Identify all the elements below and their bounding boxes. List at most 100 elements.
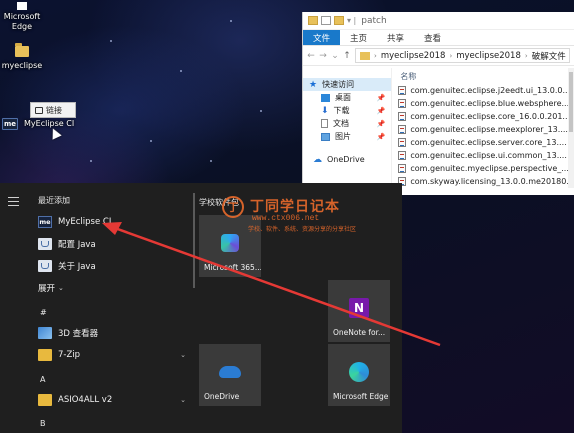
- tile-onenote[interactable]: N OneNote for...: [328, 280, 390, 342]
- onenote-icon: N: [349, 297, 369, 318]
- desktop-icon-myeclipse-ci[interactable]: me MyEclipse CI: [2, 118, 82, 130]
- explorer-titlebar: ▾ | patch: [303, 12, 574, 30]
- folder-icon: [38, 349, 52, 361]
- nav-item-pictures[interactable]: 图片 📌: [303, 130, 391, 143]
- jar-file-icon: [398, 99, 407, 108]
- app-item-about-java[interactable]: 关于 Java: [30, 255, 190, 277]
- app-item-asio4all[interactable]: ASIO4ALL v2 ⌄: [30, 389, 190, 411]
- explorer-scrollbar[interactable]: [568, 68, 574, 188]
- app-item-configure-java[interactable]: 配置 Java: [30, 233, 190, 255]
- nav-item-documents[interactable]: 文档 📌: [303, 117, 391, 130]
- watermark-logo-icon: 丁: [222, 196, 244, 218]
- tab-view[interactable]: 查看: [414, 30, 451, 45]
- chevron-right-icon: ›: [524, 51, 528, 60]
- up-arrow-icon[interactable]: ↑: [343, 51, 351, 61]
- desktop-icon-label: Microsoft Edge: [3, 12, 41, 31]
- tile-label: OneNote for...: [333, 328, 386, 337]
- app-item-label: MyEclipse CI: [58, 217, 112, 227]
- link-tooltip: 链接: [30, 102, 76, 118]
- breadcrumb-segment[interactable]: myeclipse2018: [456, 51, 521, 61]
- chevron-down-icon: ⌄: [180, 396, 186, 404]
- file-list: 名称 com.genuitec.eclipse.j2eedt.ui_13.0.0…: [392, 68, 574, 195]
- file-row[interactable]: com.genuitec.eclipse.meexplorer_13....: [398, 123, 574, 136]
- breadcrumb-segment[interactable]: 破解文件: [532, 50, 566, 62]
- java-icon: [38, 260, 52, 272]
- tab-share[interactable]: 共享: [377, 30, 414, 45]
- document-icon: [321, 119, 328, 128]
- nav-item-desktop[interactable]: 桌面 📌: [303, 91, 391, 104]
- nav-item-label: 图片: [335, 132, 351, 141]
- jar-file-icon: [398, 151, 407, 160]
- tile-label: Microsoft Edge: [333, 392, 389, 401]
- java-icon: [38, 238, 52, 250]
- tile-onedrive[interactable]: OneDrive: [199, 344, 261, 406]
- file-row[interactable]: com.skyway.licensing_13.0.0.me20180...: [398, 175, 574, 188]
- file-row[interactable]: com.genuitec.eclipse.ui.common_13....: [398, 149, 574, 162]
- expand-label: 展开: [38, 284, 56, 294]
- app-item-7zip[interactable]: 7-Zip ⌄: [30, 344, 190, 366]
- quick-access-dropdown-icon[interactable]: ▾ |: [347, 16, 356, 25]
- edge-file-icon: [17, 2, 27, 10]
- recent-header: 最近添加: [38, 196, 70, 205]
- jar-file-icon: [398, 112, 407, 121]
- nav-item-label: 文档: [333, 119, 349, 128]
- group-letter[interactable]: B: [40, 419, 46, 428]
- properties-icon[interactable]: [321, 16, 331, 25]
- myeclipse-icon: me: [2, 118, 18, 130]
- hamburger-menu-icon[interactable]: [8, 197, 19, 209]
- chevron-down-icon: ⌄: [58, 284, 64, 292]
- file-row[interactable]: com.genuitec.myeclipse.perspective_...: [398, 162, 574, 175]
- tooltip-text: 链接: [46, 105, 62, 115]
- file-name: com.skyway.licensing_13.0.0.me20180...: [410, 177, 574, 186]
- expand-button[interactable]: 展开 ⌄: [30, 277, 190, 299]
- jar-file-icon: [398, 125, 407, 134]
- jar-file-icon: [398, 138, 407, 147]
- tab-home[interactable]: 主页: [340, 30, 377, 45]
- folder-icon: [308, 16, 318, 25]
- group-letter[interactable]: A: [40, 375, 45, 384]
- group-letter[interactable]: #: [40, 308, 47, 317]
- app-list-scrollbar[interactable]: [193, 193, 195, 288]
- folder-icon: [38, 394, 52, 406]
- column-header-name[interactable]: 名称: [398, 70, 574, 84]
- file-explorer-window: ▾ | patch 文件 主页 共享 查看 ← → ⌄ ↑ › myeclips…: [302, 12, 574, 195]
- app-item-label: 3D 查看器: [58, 329, 99, 339]
- star-icon: ★: [309, 79, 318, 90]
- app-item-label: 配置 Java: [58, 240, 96, 250]
- desktop-icon-myeclipse-folder[interactable]: myeclipse: [0, 43, 50, 71]
- file-name: com.genuitec.eclipse.blue.websphere...: [410, 99, 570, 108]
- file-row[interactable]: com.genuitec.eclipse.j2eedt.ui_13.0.0...: [398, 84, 574, 97]
- file-row[interactable]: com.genuitec.eclipse.server.core_13....: [398, 136, 574, 149]
- new-folder-icon[interactable]: [334, 16, 344, 25]
- jar-file-icon: [398, 86, 407, 95]
- app-item-myeclipse-ci[interactable]: me MyEclipse CI: [30, 211, 190, 233]
- desktop-icon-edge[interactable]: Microsoft Edge: [0, 2, 50, 32]
- nav-item-onedrive[interactable]: ☁ OneDrive: [303, 153, 391, 166]
- address-bar[interactable]: › myeclipse2018 › myeclipse2018 › 破解文件: [355, 48, 570, 63]
- file-row[interactable]: com.genuitec.eclipse.core_16.0.0.201...: [398, 110, 574, 123]
- back-arrow-icon[interactable]: ←: [307, 51, 315, 61]
- file-name: com.genuitec.myeclipse.perspective_...: [410, 164, 569, 173]
- nav-item-label: 桌面: [335, 93, 351, 102]
- file-name: com.genuitec.eclipse.ui.common_13....: [410, 151, 567, 160]
- tab-file[interactable]: 文件: [303, 30, 341, 45]
- desktop-icon: [321, 93, 330, 102]
- tile-microsoft-edge[interactable]: Microsoft Edge: [328, 344, 390, 406]
- file-name: com.genuitec.eclipse.server.core_13....: [410, 138, 567, 147]
- nav-item-quick-access[interactable]: ★ 快速访问: [303, 78, 392, 91]
- microsoft-365-icon: [221, 233, 239, 252]
- pin-icon: 📌: [376, 132, 386, 141]
- app-item-label: 7-Zip: [58, 350, 81, 360]
- file-row[interactable]: com.genuitec.eclipse.blue.websphere...: [398, 97, 574, 110]
- watermark-subtitle: 学校、软件、系统、资源分享的分享社区: [248, 226, 357, 233]
- window-title: patch: [361, 15, 387, 26]
- file-name: com.genuitec.eclipse.j2eedt.ui_13.0.0...: [410, 86, 571, 95]
- nav-item-downloads[interactable]: ⬇ 下载 📌: [303, 104, 391, 117]
- recent-chevron-icon[interactable]: ⌄: [331, 51, 339, 61]
- breadcrumb-segment[interactable]: myeclipse2018: [381, 51, 446, 61]
- picture-icon: [321, 132, 330, 141]
- myeclipse-icon: me: [38, 216, 52, 228]
- file-name: com.genuitec.eclipse.core_16.0.0.201...: [410, 112, 571, 121]
- app-item-3d-viewer[interactable]: 3D 查看器: [30, 322, 190, 344]
- forward-arrow-icon[interactable]: →: [319, 51, 327, 61]
